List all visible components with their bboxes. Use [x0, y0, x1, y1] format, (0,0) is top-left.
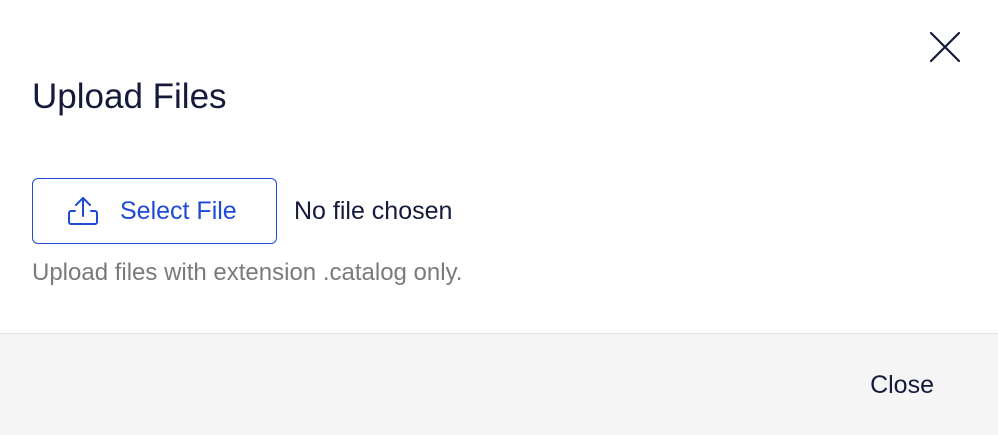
upload-icon: [66, 194, 100, 228]
dialog-footer: Close: [0, 333, 998, 435]
select-file-button[interactable]: Select File: [32, 178, 277, 244]
dialog-title: Upload Files: [32, 77, 227, 116]
close-dialog-button[interactable]: [926, 28, 964, 66]
close-icon: [929, 31, 961, 63]
close-button[interactable]: Close: [870, 370, 934, 400]
select-file-label: Select File: [120, 196, 237, 225]
upload-hint-text: Upload files with extension .catalog onl…: [32, 259, 463, 286]
file-status-text: No file chosen: [294, 197, 453, 225]
upload-files-dialog: Upload Files Select File No file chosen …: [0, 0, 998, 435]
dialog-body: Upload Files Select File No file chosen …: [0, 0, 998, 333]
